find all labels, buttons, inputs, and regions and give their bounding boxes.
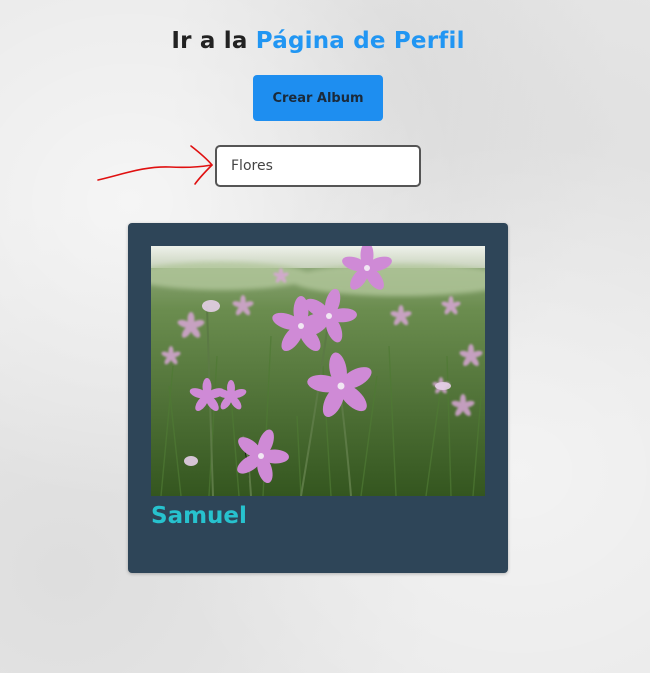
page-heading: Ir a la Página de Perfil [0,28,636,54]
heading-prefix: Ir a la [171,28,248,54]
album-search-input[interactable] [215,145,421,187]
album-card[interactable]: Samuel [128,223,508,573]
profile-page-link[interactable]: Página de Perfil [256,28,465,54]
create-album-button[interactable]: Crear Album [253,75,383,121]
red-arrow-icon [97,145,213,185]
album-owner-name[interactable]: Samuel [151,503,247,529]
album-cover-image [151,246,485,496]
